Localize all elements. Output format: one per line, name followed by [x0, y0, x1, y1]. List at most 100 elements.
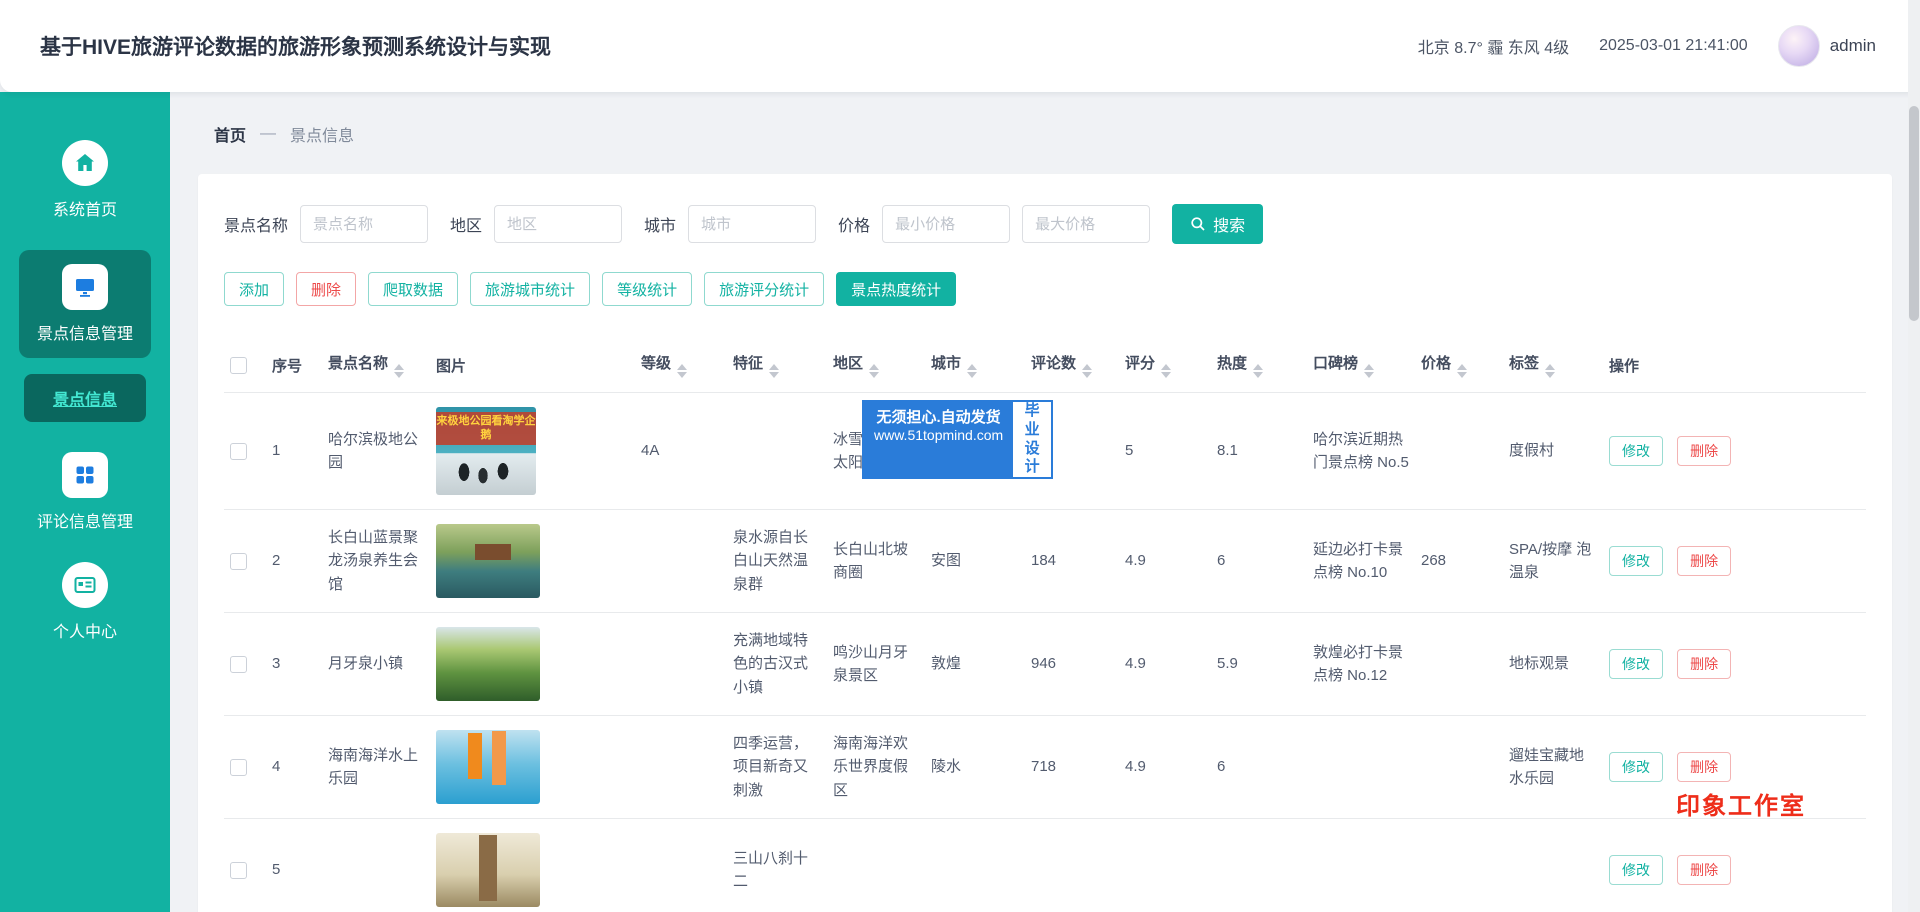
sidebar-item-personal[interactable]: 个人中心: [53, 562, 117, 642]
cell-name: 哈尔滨极地公园: [322, 393, 430, 510]
cell-level: [635, 819, 727, 912]
sidebar: 系统首页 景点信息管理 景点信息 评论信息管理 个人中心: [0, 92, 170, 912]
delete-button[interactable]: 删除: [1677, 855, 1731, 885]
min-price-input[interactable]: [882, 205, 1010, 243]
column-header-feature: 特征: [727, 338, 827, 393]
sidebar-item-comment-manage[interactable]: 评论信息管理: [37, 452, 133, 532]
sidebar-item-scenic-manage-label: 景点信息管理: [37, 320, 133, 344]
table-header-row: 序号 景点名称 图片 等级 特征 地区 城市 评论数 评分 热度 口碑榜 价格: [224, 338, 1866, 393]
sort-icon[interactable]: [1253, 364, 1263, 378]
delete-button[interactable]: 删除: [1677, 649, 1731, 679]
column-header-reputation: 口碑榜: [1307, 338, 1415, 393]
row-checkbox[interactable]: [230, 553, 247, 570]
cell-city: 敦煌: [925, 613, 1025, 716]
sort-icon[interactable]: [1161, 364, 1171, 378]
breadcrumb-separator: —: [260, 125, 276, 143]
scenic-image[interactable]: [436, 524, 540, 598]
select-all-checkbox[interactable]: [230, 357, 247, 374]
cell-city: 安图: [925, 510, 1025, 613]
sort-icon[interactable]: [1364, 364, 1374, 378]
sort-icon[interactable]: [677, 364, 687, 378]
level-stats-button[interactable]: 等级统计: [602, 272, 692, 306]
cell-price: [1415, 393, 1503, 510]
batch-delete-button[interactable]: 删除: [296, 272, 356, 306]
idcard-icon: [62, 562, 108, 608]
sort-icon[interactable]: [967, 364, 977, 378]
breadcrumb-current: 景点信息: [290, 122, 354, 146]
delete-button[interactable]: 删除: [1677, 752, 1731, 782]
scenic-image[interactable]: [436, 833, 540, 907]
breadcrumb-home[interactable]: 首页: [214, 122, 246, 146]
region-filter-input[interactable]: [494, 205, 622, 243]
filter-price: 价格: [838, 205, 1150, 243]
scenic-image[interactable]: [436, 730, 540, 804]
column-header-comments: 评论数: [1025, 338, 1119, 393]
filter-bar: 景点名称 地区 城市 价格: [224, 204, 1866, 244]
search-icon: [1190, 216, 1206, 232]
name-filter-input[interactable]: [300, 205, 428, 243]
row-checkbox[interactable]: [230, 443, 247, 460]
cell-score: [1119, 819, 1211, 912]
cell-tags: [1503, 819, 1603, 912]
sort-icon[interactable]: [1082, 364, 1092, 378]
row-checkbox[interactable]: [230, 862, 247, 879]
city-filter-label: 城市: [644, 212, 676, 236]
delete-button[interactable]: 删除: [1677, 436, 1731, 466]
column-header-score: 评分: [1119, 338, 1211, 393]
city-stats-button[interactable]: 旅游城市统计: [470, 272, 590, 306]
cell-index: 5: [266, 819, 322, 912]
sort-icon[interactable]: [394, 364, 404, 378]
sort-icon[interactable]: [1457, 364, 1467, 378]
sort-icon[interactable]: [769, 364, 779, 378]
main-layout: 系统首页 景点信息管理 景点信息 评论信息管理 个人中心 首页: [0, 92, 1920, 912]
row-checkbox[interactable]: [230, 759, 247, 776]
cell-reputation: [1307, 716, 1415, 819]
breadcrumb: 首页 — 景点信息: [198, 92, 1892, 146]
avatar[interactable]: [1778, 25, 1820, 67]
sort-icon[interactable]: [869, 364, 879, 378]
sidebar-item-scenic-manage[interactable]: 景点信息管理: [19, 250, 151, 358]
sidebar-item-comment-manage-label: 评论信息管理: [37, 508, 133, 532]
table-row: 5 三山八刹十二: [224, 819, 1866, 912]
header-right: 北京 8.7° 霾 东风 4级 2025-03-01 21:41:00 admi…: [1418, 25, 1876, 67]
edit-button[interactable]: 修改: [1609, 546, 1663, 576]
sort-icon[interactable]: [1545, 364, 1555, 378]
edit-button[interactable]: 修改: [1609, 752, 1663, 782]
heat-stats-button[interactable]: 景点热度统计: [836, 272, 956, 306]
row-checkbox[interactable]: [230, 656, 247, 673]
delete-button[interactable]: 删除: [1677, 546, 1731, 576]
scenic-image[interactable]: [436, 627, 540, 701]
cell-reputation: 延边必打卡景点榜 No.10: [1307, 510, 1415, 613]
sidebar-item-home-label: 系统首页: [53, 196, 117, 220]
sidebar-item-home[interactable]: 系统首页: [53, 140, 117, 220]
sidebar-subitem-scenic-info[interactable]: 景点信息: [24, 374, 146, 422]
cell-comments: 184: [1025, 510, 1119, 613]
max-price-input[interactable]: [1022, 205, 1150, 243]
cell-heat: 5.9: [1211, 613, 1307, 716]
seller-watermark-badge: 毕业设计: [1013, 402, 1051, 477]
search-button[interactable]: 搜索: [1172, 204, 1263, 244]
filter-name: 景点名称: [224, 205, 428, 243]
crawl-data-button[interactable]: 爬取数据: [368, 272, 458, 306]
add-button[interactable]: 添加: [224, 272, 284, 306]
cell-price: [1415, 613, 1503, 716]
edit-button[interactable]: 修改: [1609, 649, 1663, 679]
cell-region: 海南海洋欢乐世界度假区: [827, 716, 925, 819]
scrollbar-thumb[interactable]: [1909, 106, 1919, 321]
city-filter-input[interactable]: [688, 205, 816, 243]
filter-region: 地区: [450, 205, 622, 243]
search-button-label: 搜索: [1213, 212, 1245, 236]
cell-feature: 四季运营，项目新奇又刺激: [727, 716, 827, 819]
edit-button[interactable]: 修改: [1609, 855, 1663, 885]
edit-button[interactable]: 修改: [1609, 436, 1663, 466]
score-stats-button[interactable]: 旅游评分统计: [704, 272, 824, 306]
scenic-image[interactable]: 来极地公园看淘学企鹅: [436, 407, 536, 495]
grid-icon: [62, 452, 108, 498]
app-header: 基于HIVE旅游评论数据的旅游形象预测系统设计与实现 北京 8.7° 霾 东风 …: [0, 0, 1920, 92]
cell-region: 鸣沙山月牙泉景区: [827, 613, 925, 716]
cell-region: [827, 819, 925, 912]
studio-watermark: 印象工作室: [1676, 786, 1806, 821]
user-menu[interactable]: admin: [1778, 25, 1876, 67]
name-filter-label: 景点名称: [224, 212, 288, 236]
page-title: 基于HIVE旅游评论数据的旅游形象预测系统设计与实现: [40, 31, 551, 61]
